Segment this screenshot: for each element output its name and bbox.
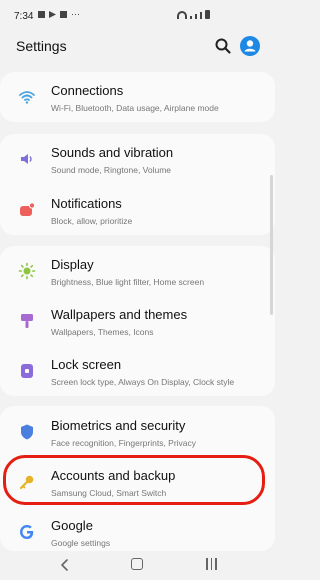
item-title: Google — [51, 518, 93, 533]
item-title: Biometrics and security — [51, 418, 186, 433]
item-title: Sounds and vibration — [51, 145, 174, 160]
more-notifications-icon: ⋯ — [71, 9, 80, 19]
lock-icon — [18, 362, 36, 380]
settings-item-google[interactable]: Google Google settings — [0, 507, 275, 557]
scrollbar[interactable] — [270, 175, 273, 315]
chevron-left-icon — [61, 559, 68, 571]
paintbrush-icon — [18, 312, 36, 330]
status-right-icons — [177, 10, 210, 19]
settings-item-sounds[interactable]: Sounds and vibration Sound mode, Rington… — [0, 134, 275, 184]
page-title: Settings — [16, 38, 67, 54]
shield-icon — [18, 423, 36, 441]
message-icon — [60, 11, 67, 18]
highlight-ring — [3, 455, 265, 505]
item-subtitle: Brightness, Blue light filter, Home scre… — [51, 277, 205, 287]
wifi-signal-icon — [177, 11, 187, 19]
notification-icon — [18, 201, 36, 219]
item-subtitle: Google settings — [51, 538, 111, 548]
settings-item-notifications[interactable]: Notifications Block, allow, prioritize — [0, 185, 275, 235]
settings-item-wallpapers[interactable]: Wallpapers and themes Wallpapers, Themes… — [0, 296, 275, 346]
back-button[interactable] — [58, 558, 72, 572]
item-subtitle: Face recognition, Fingerprints, Privacy — [51, 438, 197, 448]
item-subtitle: Sound mode, Ringtone, Volume — [51, 165, 172, 175]
wifi-icon — [18, 88, 36, 106]
cell-signal-icon — [190, 16, 192, 19]
home-button[interactable] — [131, 558, 143, 570]
item-title: Notifications — [51, 196, 122, 211]
settings-header: Settings — [0, 30, 275, 66]
item-title: Connections — [51, 83, 124, 98]
item-subtitle: Block, allow, prioritize — [51, 216, 133, 226]
profile-icon — [244, 40, 256, 52]
speaker-icon — [18, 150, 36, 168]
play-store-icon — [49, 11, 56, 18]
item-title: Display — [51, 257, 94, 272]
item-subtitle: Wallpapers, Themes, Icons — [51, 327, 154, 337]
search-button[interactable] — [214, 37, 232, 55]
profile-button[interactable] — [240, 36, 260, 56]
item-subtitle: Screen lock type, Always On Display, Clo… — [51, 377, 235, 387]
settings-item-display[interactable]: Display Brightness, Blue light filter, H… — [0, 246, 275, 296]
google-icon — [18, 523, 36, 541]
sun-icon — [18, 262, 36, 280]
item-subtitle: Wi-Fi, Bluetooth, Data usage, Airplane m… — [51, 103, 219, 113]
battery-icon — [205, 10, 210, 19]
settings-item-lock-screen[interactable]: Lock screen Screen lock type, Always On … — [0, 346, 275, 396]
photo-icon — [38, 11, 45, 18]
settings-item-connections[interactable]: Connections Wi-Fi, Bluetooth, Data usage… — [0, 72, 275, 122]
item-title: Wallpapers and themes — [51, 307, 188, 322]
status-bar: 7:34 ⋯ — [0, 0, 275, 30]
status-time: 7:34 — [14, 11, 34, 22]
navigation-bar — [0, 551, 275, 580]
search-icon — [215, 38, 231, 54]
settings-item-biometrics[interactable]: Biometrics and security Face recognition… — [0, 407, 275, 457]
item-title: Lock screen — [51, 357, 122, 372]
status-notification-icons: ⋯ — [38, 9, 80, 19]
recents-button[interactable] — [206, 558, 220, 572]
